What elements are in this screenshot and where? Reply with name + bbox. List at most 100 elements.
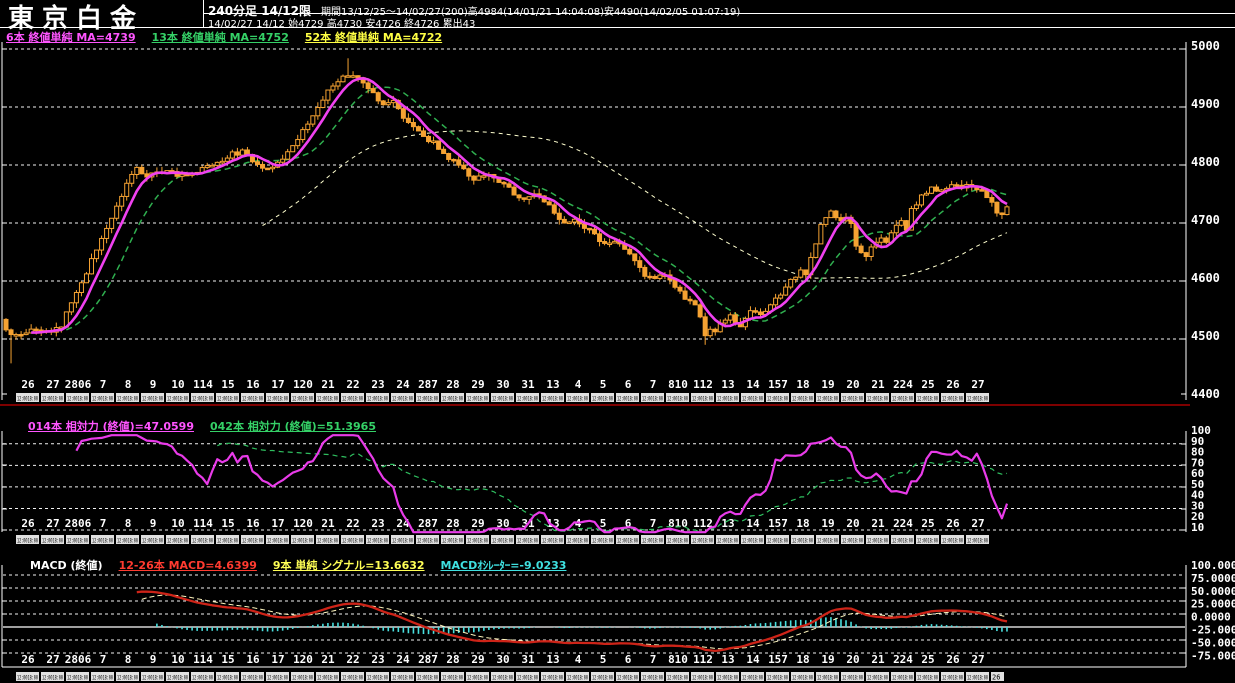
- legend-item: 014本 相対力 (終値)=47.0599: [28, 420, 194, 433]
- svg-text:12:0018:00: 12:0018:00: [667, 674, 688, 682]
- svg-text:27: 27: [971, 378, 984, 391]
- legend-item: 042本 相対力 (終値)=51.3965: [210, 420, 376, 433]
- svg-text:12:0018:00: 12:0018:00: [767, 537, 788, 545]
- svg-text:12:0018:00: 12:0018:00: [617, 674, 638, 682]
- svg-text:25: 25: [921, 378, 934, 391]
- svg-text:12:0018:00: 12:0018:00: [892, 674, 913, 682]
- svg-text:12:0018:00: 12:0018:00: [742, 674, 763, 682]
- svg-text:12:0018:00: 12:0018:00: [892, 395, 913, 403]
- svg-text:287: 287: [418, 378, 438, 391]
- svg-text:12:0018:00: 12:0018:00: [567, 537, 588, 545]
- svg-text:12:0018:00: 12:0018:00: [142, 537, 163, 545]
- svg-text:9: 9: [150, 378, 157, 391]
- svg-text:114: 114: [193, 653, 213, 666]
- svg-text:12:0018:00: 12:0018:00: [342, 674, 363, 682]
- svg-text:30: 30: [496, 653, 509, 666]
- svg-text:12:0018:00: 12:0018:00: [117, 395, 138, 403]
- svg-text:12:0018:00: 12:0018:00: [392, 674, 413, 682]
- svg-text:157: 157: [768, 653, 788, 666]
- svg-text:26: 26: [946, 517, 960, 530]
- svg-text:19: 19: [821, 517, 834, 530]
- svg-text:14: 14: [746, 517, 760, 530]
- svg-text:12:0018:00: 12:0018:00: [167, 674, 188, 682]
- svg-text:23: 23: [371, 517, 384, 530]
- svg-text:26: 26: [21, 653, 35, 666]
- legend-item: 6本 終値単純 MA=4739: [6, 31, 136, 44]
- svg-text:30: 30: [496, 378, 509, 391]
- svg-text:12:0018:00: 12:0018:00: [717, 674, 738, 682]
- svg-text:224: 224: [893, 653, 913, 666]
- svg-text:16: 16: [246, 653, 260, 666]
- svg-text:27: 27: [46, 378, 59, 391]
- svg-text:12:0018:00: 12:0018:00: [342, 395, 363, 403]
- panel-separator: [0, 404, 1190, 406]
- svg-text:75.0000: 75.0000: [1191, 572, 1235, 585]
- svg-text:0.0000: 0.0000: [1191, 611, 1231, 624]
- svg-text:26: 26: [946, 378, 960, 391]
- svg-text:21: 21: [871, 378, 885, 391]
- svg-text:-75.0000: -75.0000: [1191, 649, 1235, 662]
- svg-text:19: 19: [821, 378, 834, 391]
- svg-text:12:0018:00: 12:0018:00: [467, 395, 488, 403]
- svg-text:12:0018:00: 12:0018:00: [542, 537, 563, 545]
- svg-text:18: 18: [796, 517, 809, 530]
- svg-text:20: 20: [846, 378, 859, 391]
- svg-text:4: 4: [575, 653, 582, 666]
- svg-text:9: 9: [150, 517, 157, 530]
- svg-text:12:0018:00: 12:0018:00: [917, 674, 938, 682]
- svg-text:2806: 2806: [65, 378, 92, 391]
- svg-text:28: 28: [446, 378, 459, 391]
- svg-text:12:0018:00: 12:0018:00: [842, 537, 863, 545]
- svg-text:10: 10: [171, 653, 184, 666]
- svg-text:23: 23: [371, 378, 384, 391]
- svg-text:12:0018:00: 12:0018:00: [842, 674, 863, 682]
- svg-text:2806: 2806: [65, 517, 92, 530]
- svg-text:12:0018:00: 12:0018:00: [467, 537, 488, 545]
- svg-text:12:0018:00: 12:0018:00: [117, 537, 138, 545]
- svg-text:12:0018:00: 12:0018:00: [792, 395, 813, 403]
- svg-text:12:0018:00: 12:0018:00: [17, 674, 38, 682]
- svg-text:12:0018:00: 12:0018:00: [642, 674, 663, 682]
- macd-legend-items: 12-26本 MACD=4.6399 9本 単純 シグナル=13.6632 MACD…: [119, 557, 583, 573]
- svg-text:13: 13: [721, 653, 734, 666]
- svg-text:31: 31: [521, 653, 535, 666]
- svg-text:12:0018:00: 12:0018:00: [492, 537, 513, 545]
- svg-text:12:0018:00: 12:0018:00: [667, 537, 688, 545]
- svg-text:12:0018:00: 12:0018:00: [267, 395, 288, 403]
- svg-text:28: 28: [446, 653, 459, 666]
- svg-text:12:0018:00: 12:0018:00: [442, 537, 463, 545]
- svg-text:9: 9: [150, 653, 157, 666]
- svg-text:12:0018:00: 12:0018:00: [142, 395, 163, 403]
- svg-text:12:0018:00: 12:0018:00: [67, 674, 88, 682]
- svg-text:7: 7: [650, 378, 657, 391]
- svg-text:14: 14: [746, 378, 760, 391]
- svg-text:12:0018:00: 12:0018:00: [642, 537, 663, 545]
- svg-text:810: 810: [668, 378, 688, 391]
- svg-text:15: 15: [221, 517, 234, 530]
- svg-text:12:0018:00: 12:0018:00: [342, 537, 363, 545]
- svg-text:810: 810: [668, 653, 688, 666]
- svg-text:12:0018:00: 12:0018:00: [817, 537, 838, 545]
- svg-text:4700: 4700: [1191, 213, 1220, 227]
- svg-text:12:0018:00: 12:0018:00: [467, 674, 488, 682]
- svg-text:12:0018:00: 12:0018:00: [42, 395, 63, 403]
- svg-text:12:0018:00: 12:0018:00: [942, 674, 963, 682]
- svg-text:114: 114: [193, 517, 213, 530]
- svg-text:12:0018:00: 12:0018:00: [417, 674, 438, 682]
- svg-text:12:0018:00: 12:0018:00: [42, 537, 63, 545]
- svg-text:12:0018:00: 12:0018:00: [292, 395, 313, 403]
- svg-text:12:0018:00: 12:0018:00: [67, 537, 88, 545]
- svg-text:12:0018:00: 12:0018:00: [967, 674, 988, 682]
- chart-canvas[interactable]: 5000490048004700460045004400100908070605…: [0, 0, 1235, 683]
- svg-text:12:0018:00: 12:0018:00: [492, 395, 513, 403]
- svg-text:112: 112: [693, 378, 713, 391]
- svg-text:27: 27: [971, 517, 984, 530]
- svg-text:24: 24: [396, 378, 410, 391]
- svg-text:12:0018:00: 12:0018:00: [792, 537, 813, 545]
- svg-text:8: 8: [125, 653, 132, 666]
- ma-legend: 6本 終値単純 MA=4739 13本 終値単純 MA=4752 52本 終値単純 …: [6, 29, 458, 45]
- svg-text:12:0018:00: 12:0018:00: [392, 395, 413, 403]
- svg-text:12:0018:00: 12:0018:00: [742, 395, 763, 403]
- svg-text:12:0018:00: 12:0018:00: [517, 537, 538, 545]
- svg-text:7: 7: [100, 378, 107, 391]
